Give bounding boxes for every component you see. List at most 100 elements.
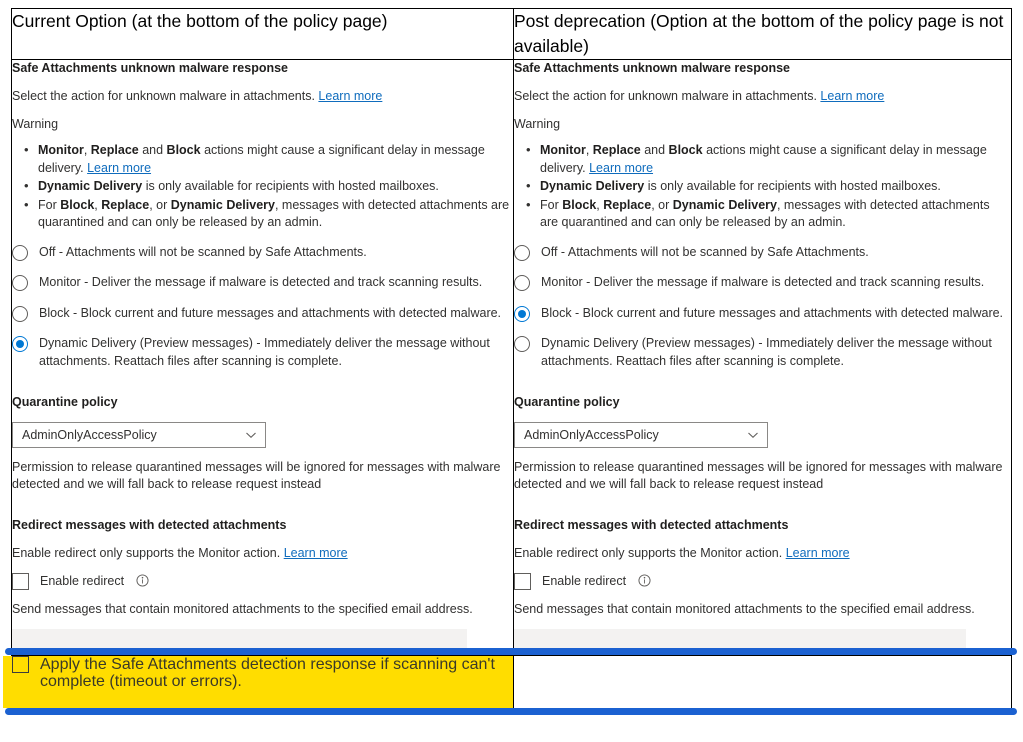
learn-more-link-left[interactable]: Learn more: [318, 89, 382, 103]
quarantine-policy-value-right: AdminOnlyAccessPolicy: [524, 427, 659, 442]
emphasis-text: Replace: [603, 197, 652, 212]
warning-bullet-list-right: Monitor, Replace and Block actions might…: [514, 141, 1011, 232]
comparison-figure: Current Option (at the bottom of the pol…: [0, 0, 1023, 742]
enable-redirect-label-left: Enable redirect: [40, 573, 149, 590]
warning-bullet-left-2: For Block, Replace, or Dynamic Delivery,…: [24, 196, 513, 232]
radio-label-left-1: Monitor - Deliver the message if malware…: [39, 275, 483, 289]
redirect-section-title-right: Redirect messages with detected attachme…: [514, 518, 789, 532]
quarantine-policy-title-right: Quarantine policy: [514, 395, 620, 409]
radio-button-right-1[interactable]: [514, 275, 530, 291]
emphasis-text: Block: [166, 143, 201, 157]
policy-panel-post-deprecation: Safe Attachments unknown malware respons…: [513, 59, 1012, 656]
radio-button-left-3[interactable]: [12, 336, 28, 352]
section-description-text-left: Select the action for unknown malware in…: [12, 89, 315, 103]
radio-button-left-2[interactable]: [12, 305, 28, 322]
header-cell-current: Current Option (at the bottom of the pol…: [11, 8, 514, 60]
header-cell-post-deprecation: Post deprecation (Option at the bottom o…: [513, 8, 1012, 60]
bullet-text: is only available for recipients with ho…: [644, 179, 941, 193]
table-highlight-row: Apply the Safe Attachments detection res…: [11, 655, 1012, 715]
radio-button-right-2[interactable]: [514, 305, 530, 322]
chevron-down-icon: [748, 432, 758, 439]
bullet-text: , or: [149, 197, 171, 212]
emphasis-text: Replace: [101, 197, 150, 212]
quarantine-policy-value-left: AdminOnlyAccessPolicy: [22, 427, 157, 442]
emphasis-text: Block: [668, 143, 703, 157]
radio-button-left-1[interactable]: [12, 275, 28, 291]
emphasis-text: Dynamic Delivery: [170, 197, 275, 212]
column-header-post-deprecation: Post deprecation (Option at the bottom o…: [514, 11, 1004, 56]
table-header-row: Current Option (at the bottom of the pol…: [11, 8, 1012, 60]
bullet-text: is only available for recipients with ho…: [142, 179, 439, 193]
bullet-text: and: [640, 143, 669, 157]
enable-redirect-label-text-left: Enable redirect: [40, 574, 125, 588]
warning-bullet-left-1: Dynamic Delivery is only available for r…: [24, 177, 513, 196]
quarantine-policy-dropdown-right[interactable]: AdminOnlyAccessPolicy: [514, 422, 768, 448]
radio-option-left-2[interactable]: Block - Block current and future message…: [12, 305, 513, 323]
radio-label-left-3: Dynamic Delivery (Preview messages) - Im…: [39, 336, 490, 368]
section-description-left: Select the action for unknown malware in…: [12, 88, 513, 105]
quarantine-policy-note-right: Permission to release quarantined messag…: [514, 460, 1003, 491]
radio-label-right-0: Off - Attachments will not be scanned by…: [541, 244, 869, 259]
emphasis-text: Dynamic Delivery: [540, 179, 645, 193]
emphasis-text: Replace: [592, 143, 641, 157]
bullet-learn-more-link-left-0[interactable]: Learn more: [87, 161, 151, 175]
enable-redirect-checkbox-row-right[interactable]: Enable redirect: [514, 573, 1011, 590]
column-header-current: Current Option (at the bottom of the pol…: [12, 11, 388, 31]
redirect-description-text-right: Enable redirect only supports the Monito…: [514, 546, 783, 560]
emphasis-text: Monitor: [540, 143, 586, 157]
malware-response-radio-group-right[interactable]: Off - Attachments will not be scanned by…: [514, 244, 1011, 371]
apply-detection-response-checkbox-row[interactable]: Apply the Safe Attachments detection res…: [12, 656, 513, 690]
enable-redirect-label-text-right: Enable redirect: [542, 574, 627, 588]
radio-button-right-0[interactable]: [514, 244, 530, 261]
enable-redirect-label-right: Enable redirect: [542, 573, 651, 590]
emphasis-text: Dynamic Delivery: [672, 197, 777, 212]
emphasis-text: Monitor: [38, 143, 84, 157]
annotation-bar-bottom: [5, 708, 1017, 715]
highlighted-option-cell: Apply the Safe Attachments detection res…: [11, 655, 514, 715]
radio-option-right-3[interactable]: Dynamic Delivery (Preview messages) - Im…: [514, 335, 1011, 370]
quarantine-policy-dropdown-left[interactable]: AdminOnlyAccessPolicy: [12, 422, 266, 448]
radio-button-right-3[interactable]: [514, 336, 530, 352]
enable-redirect-checkbox-row-left[interactable]: Enable redirect: [12, 573, 513, 590]
quarantine-policy-note-left: Permission to release quarantined messag…: [12, 460, 501, 491]
section-title-safe-attachments-right: Safe Attachments unknown malware respons…: [514, 61, 791, 75]
radio-option-right-0[interactable]: Off - Attachments will not be scanned by…: [514, 244, 1011, 262]
bullet-text: ,: [83, 143, 91, 157]
bullet-learn-more-link-right-0[interactable]: Learn more: [589, 161, 653, 175]
radio-label-right-3: Dynamic Delivery (Preview messages) - Im…: [541, 336, 992, 368]
info-icon[interactable]: [136, 574, 149, 587]
radio-option-left-1[interactable]: Monitor - Deliver the message if malware…: [12, 274, 513, 292]
enable-redirect-checkbox-left[interactable]: [12, 573, 29, 590]
highlight-overflow-marker: [3, 656, 12, 708]
chevron-down-icon: [246, 432, 256, 439]
radio-option-left-3[interactable]: Dynamic Delivery (Preview messages) - Im…: [12, 335, 513, 370]
redirect-description-text-left: Enable redirect only supports the Monito…: [12, 546, 281, 560]
radio-label-left-2: Block - Block current and future message…: [39, 305, 502, 320]
radio-button-left-0[interactable]: [12, 244, 28, 261]
warning-bullet-right-0: Monitor, Replace and Block actions might…: [526, 141, 1011, 177]
comparison-table: Current Option (at the bottom of the pol…: [11, 8, 1012, 715]
warning-bullet-right-2: For Block, Replace, or Dynamic Delivery,…: [526, 196, 1011, 232]
bullet-text: For: [540, 197, 563, 212]
redirect-note-left: Send messages that contain monitored att…: [12, 602, 473, 616]
bullet-text: For: [38, 197, 61, 212]
malware-response-radio-group-left[interactable]: Off - Attachments will not be scanned by…: [12, 244, 513, 371]
learn-more-link-right[interactable]: Learn more: [820, 89, 884, 103]
info-icon[interactable]: [638, 574, 651, 587]
redirect-section-title-left: Redirect messages with detected attachme…: [12, 518, 287, 532]
radio-label-left-0: Off - Attachments will not be scanned by…: [39, 244, 367, 259]
emphasis-text: Dynamic Delivery: [38, 179, 143, 193]
redirect-learn-more-link-right[interactable]: Learn more: [786, 546, 850, 560]
radio-option-right-1[interactable]: Monitor - Deliver the message if malware…: [514, 274, 1011, 292]
enable-redirect-checkbox-right[interactable]: [514, 573, 531, 590]
emphasis-text: Block: [562, 197, 597, 212]
section-description-right: Select the action for unknown malware in…: [514, 88, 1011, 105]
radio-option-right-2[interactable]: Block - Block current and future message…: [514, 305, 1011, 323]
bullet-text: ,: [585, 143, 593, 157]
redirect-note-right: Send messages that contain monitored att…: [514, 602, 975, 616]
redirect-learn-more-link-left[interactable]: Learn more: [284, 546, 348, 560]
radio-option-left-0[interactable]: Off - Attachments will not be scanned by…: [12, 244, 513, 262]
bullet-text: , or: [651, 197, 673, 212]
section-description-text-right: Select the action for unknown malware in…: [514, 89, 817, 103]
apply-detection-response-checkbox[interactable]: [12, 656, 29, 673]
